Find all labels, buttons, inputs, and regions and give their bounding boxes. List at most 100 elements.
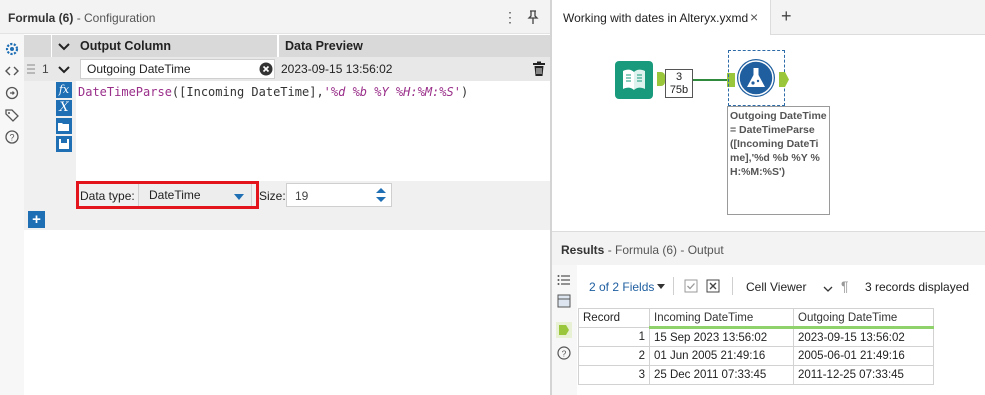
outgoing-cell[interactable]: 2011-12-25 07:33:45 (793, 365, 934, 385)
open-icon[interactable] (56, 118, 72, 134)
record-count-badge: 3 75b (665, 69, 693, 98)
fx-icon[interactable]: fx (56, 82, 72, 98)
incoming-cell[interactable]: 25 Dec 2011 07:33:45 (649, 365, 794, 385)
svg-text:?: ? (562, 349, 567, 359)
record-cell: 2 (578, 346, 650, 366)
record-count: 3 (675, 71, 683, 83)
fields-selector[interactable]: 2 of 2 Fields (589, 280, 654, 294)
chevron-down-icon[interactable] (823, 282, 833, 292)
output-anchor-icon[interactable] (556, 322, 572, 338)
fields-caret-icon[interactable] (657, 284, 665, 289)
expression-text: DateTimeParse([Incoming DateTime],'%d %b… (78, 85, 468, 99)
expr-close: ) (460, 85, 469, 99)
header-divider (277, 35, 279, 57)
results-side-rail: ? (552, 265, 577, 395)
variable-icon[interactable]: X (56, 100, 72, 116)
config-title-sub: - Configuration (76, 11, 156, 25)
record-cell: 3 (578, 365, 650, 385)
collapse-all-icon[interactable] (58, 41, 70, 51)
close-icon[interactable]: × (750, 9, 758, 25)
workflow-tabbar: Working with dates in Alteryx.yxmd × + (552, 0, 985, 35)
row-num-header (24, 35, 52, 57)
incoming-datetime-header[interactable]: Incoming DateTime (649, 308, 794, 329)
workflow-pane: Working with dates in Alteryx.yxmd × + 3… (552, 0, 985, 395)
configuration-pane: Formula (6) - Configuration ⋮ ? Output C… (0, 0, 550, 395)
incoming-cell[interactable]: 15 Sep 2023 13:56:02 (649, 327, 794, 347)
expr-function: DateTimeParse (78, 85, 172, 99)
formula-output-anchor[interactable] (779, 72, 789, 87)
expr-format: '%d %b %Y %H:%M:%S' (323, 85, 461, 99)
help-icon[interactable]: ? (4, 129, 20, 145)
flask-icon[interactable] (737, 59, 775, 97)
connection-icon[interactable] (4, 85, 20, 101)
results-table: Record Incoming DateTime Outgoing DateTi… (578, 308, 934, 385)
config-side-rail: ? (0, 34, 24, 395)
tag-icon[interactable] (4, 107, 20, 123)
size-label: Size: (259, 189, 286, 203)
outgoing-datetime-header[interactable]: Outgoing DateTime (793, 308, 934, 329)
incoming-cell[interactable]: 01 Jun 2005 21:49:16 (649, 346, 794, 366)
workflow-tab[interactable]: Working with dates in Alteryx.yxmd × (552, 0, 771, 35)
save-icon[interactable] (56, 136, 72, 152)
toolbar-divider (732, 277, 733, 295)
outgoing-cell[interactable]: 2023-09-15 13:56:02 (793, 327, 934, 347)
code-icon[interactable] (4, 63, 20, 79)
expression-toolbar: fx X (54, 81, 74, 181)
pin-icon[interactable] (525, 9, 541, 25)
row-number: 1 (24, 57, 52, 81)
grid-header-row: Output Column Data Preview (24, 35, 550, 57)
output-column-field[interactable]: Outgoing DateTime (80, 59, 275, 79)
list-icon[interactable] (557, 273, 571, 287)
table-row[interactable]: 2 01 Jun 2005 21:49:16 2005-06-01 21:49:… (578, 346, 934, 366)
highlight-box (76, 181, 259, 209)
anchor-icon[interactable] (657, 72, 665, 86)
xbox-icon[interactable] (706, 279, 720, 293)
more-icon[interactable]: ⋮ (503, 9, 517, 25)
chevron-down-icon[interactable] (58, 64, 70, 74)
results-title-main: Results (561, 243, 605, 257)
records-displayed: 3 records displayed (865, 280, 970, 294)
config-header: Formula (6) - Configuration ⋮ (0, 0, 550, 34)
results-header-row: Record Incoming DateTime Outgoing DateTi… (578, 308, 934, 329)
cell-viewer-selector[interactable]: Cell Viewer (746, 280, 806, 294)
record-cell: 1 (578, 327, 650, 347)
table-row[interactable]: 1 15 Sep 2023 13:56:02 2023-09-15 13:56:… (578, 327, 934, 347)
outgoing-cell[interactable]: 2005-06-01 21:49:16 (793, 346, 934, 366)
config-title-tool: Formula (6) (8, 11, 74, 25)
svg-text:?: ? (9, 133, 14, 143)
table-icon[interactable] (557, 294, 571, 308)
workflow-tab-label: Working with dates in Alteryx.yxmd (563, 11, 749, 25)
pilcrow-icon[interactable]: ¶ (841, 278, 849, 294)
gear-icon[interactable] (4, 41, 20, 57)
record-size: 75b (669, 84, 689, 96)
expr-field: [Incoming DateTime] (179, 85, 317, 99)
results-header: Results - Formula (6) - Output (552, 231, 985, 265)
size-field[interactable]: 19 (286, 183, 392, 207)
help-icon[interactable]: ? (557, 346, 571, 360)
data-preview-header: Data Preview (285, 39, 363, 53)
formula-grid: Output Column Data Preview 1 Outgoing Da… (24, 35, 550, 230)
data-preview-value: 2023-09-15 13:56:02 (281, 62, 393, 76)
results-title-sub: - Formula (6) - Output (607, 243, 724, 257)
expression-editor[interactable]: DateTimeParse([Incoming DateTime],'%d %b… (76, 81, 550, 181)
config-title: Formula (6) - Configuration (8, 11, 155, 25)
check-icon[interactable] (684, 279, 698, 293)
book-icon[interactable] (615, 61, 653, 99)
results-toolbar: 2 of 2 Fields Cell Viewer ¶ 3 records di… (577, 265, 985, 305)
results-title: Results - Formula (6) - Output (561, 243, 724, 257)
add-row: + (24, 209, 550, 230)
size-spinner[interactable] (371, 185, 391, 205)
add-formula-button[interactable]: + (28, 211, 45, 228)
formula-row[interactable]: 1 Outgoing DateTime 2023-09-15 13:56:02 (24, 57, 550, 81)
toolbar-divider (673, 277, 674, 295)
table-row[interactable]: 3 25 Dec 2011 07:33:45 2011-12-25 07:33:… (578, 365, 934, 385)
clear-icon[interactable] (259, 62, 273, 76)
expr-comma: , (316, 85, 324, 99)
record-header[interactable]: Record (578, 308, 650, 328)
connection-line[interactable] (693, 79, 727, 81)
trash-icon[interactable] (532, 61, 546, 77)
new-tab-button[interactable]: + (781, 6, 792, 27)
type-row: Data type: DateTime Size: 19 (76, 181, 550, 209)
workflow-canvas[interactable]: 3 75b Outgoing DateTime = DateTimeParse … (552, 36, 985, 231)
row-number-label: 1 (42, 62, 49, 76)
